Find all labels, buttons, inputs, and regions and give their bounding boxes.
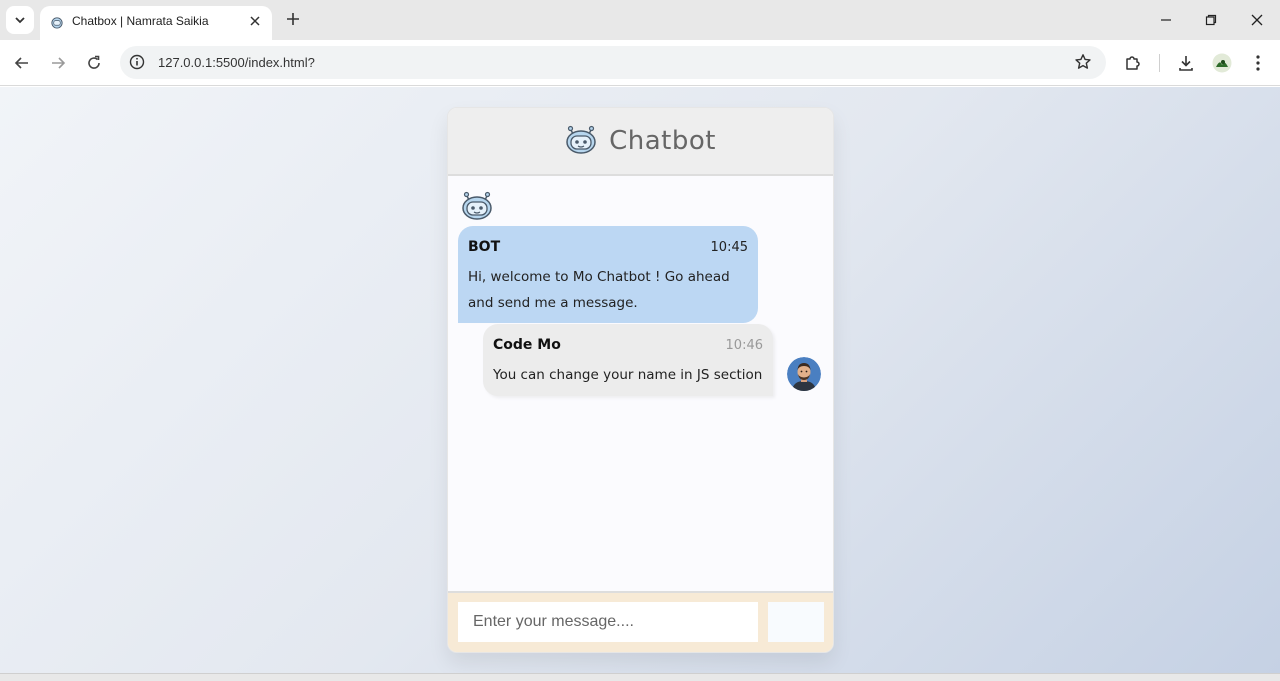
minimize-icon — [1161, 19, 1171, 21]
new-tab-button[interactable] — [282, 8, 304, 30]
message-sender: BOT — [468, 239, 501, 255]
forward-button[interactable] — [46, 51, 70, 75]
back-button[interactable] — [10, 51, 34, 75]
robot-icon — [462, 191, 492, 220]
browser-tab-active[interactable]: Chatbox | Namrata Saikia — [40, 6, 272, 40]
plus-icon — [287, 13, 299, 25]
tab-title: Chatbox | Namrata Saikia — [72, 14, 209, 28]
chat-title: Chatbot — [609, 126, 716, 156]
user-avatar — [787, 357, 821, 391]
chat-window: Chatbot BOT 10:45 Hi, welcome to Mo Chat… — [447, 107, 834, 653]
chat-header: Chatbot — [448, 108, 833, 176]
address-bar[interactable]: 127.0.0.1:5500/index.html? — [120, 46, 1106, 79]
message-text: You can change your name in JS section — [493, 367, 763, 383]
puzzle-icon — [1126, 56, 1140, 70]
message-input[interactable] — [458, 602, 758, 642]
restore-button[interactable] — [1199, 8, 1223, 32]
profile-avatar-icon — [1212, 53, 1232, 73]
robot-icon — [565, 124, 597, 158]
user-message: Code Mo 10:46 You can change your name i… — [483, 324, 773, 396]
message-time: 10:45 — [710, 240, 748, 255]
extensions-button[interactable] — [1121, 51, 1145, 75]
toolbar-divider — [1159, 54, 1160, 72]
taskbar-edge — [0, 673, 1280, 681]
tab-close-button[interactable] — [246, 12, 264, 30]
more-vertical-icon — [1256, 55, 1260, 71]
close-icon — [250, 16, 260, 26]
message-text: Hi, welcome to Mo Chatbot ! Go ahead and… — [468, 269, 730, 311]
tab-search-button[interactable] — [6, 6, 34, 34]
arrow-right-icon — [52, 57, 66, 69]
download-icon — [1179, 56, 1193, 71]
bot-message: BOT 10:45 Hi, welcome to Mo Chatbot ! Go… — [458, 226, 758, 323]
minimize-button[interactable] — [1154, 8, 1178, 32]
close-icon — [1251, 14, 1263, 26]
star-icon[interactable] — [1074, 53, 1092, 75]
chat-input-bar — [448, 591, 833, 652]
menu-button[interactable] — [1246, 51, 1270, 75]
restore-icon — [1205, 14, 1217, 26]
robot-icon — [50, 14, 64, 33]
page-background: Chatbot BOT 10:45 Hi, welcome to Mo Chat… — [0, 87, 1280, 673]
close-window-button[interactable] — [1245, 8, 1269, 32]
reload-button[interactable] — [82, 51, 106, 75]
browser-tab-bar: Chatbox | Namrata Saikia — [0, 0, 1280, 40]
browser-toolbar: 127.0.0.1:5500/index.html? — [0, 40, 1280, 86]
message-time: 10:46 — [725, 338, 763, 353]
send-button[interactable] — [768, 602, 824, 642]
chevron-down-icon — [15, 17, 25, 24]
arrow-left-icon — [14, 57, 28, 69]
message-sender: Code Mo — [493, 337, 561, 353]
profile-button[interactable] — [1210, 51, 1234, 75]
reload-icon — [88, 55, 100, 69]
downloads-button[interactable] — [1174, 51, 1198, 75]
url-text: 127.0.0.1:5500/index.html? — [158, 55, 315, 70]
person-avatar-icon — [787, 357, 821, 391]
info-icon[interactable] — [129, 54, 145, 74]
bot-avatar — [461, 190, 493, 224]
